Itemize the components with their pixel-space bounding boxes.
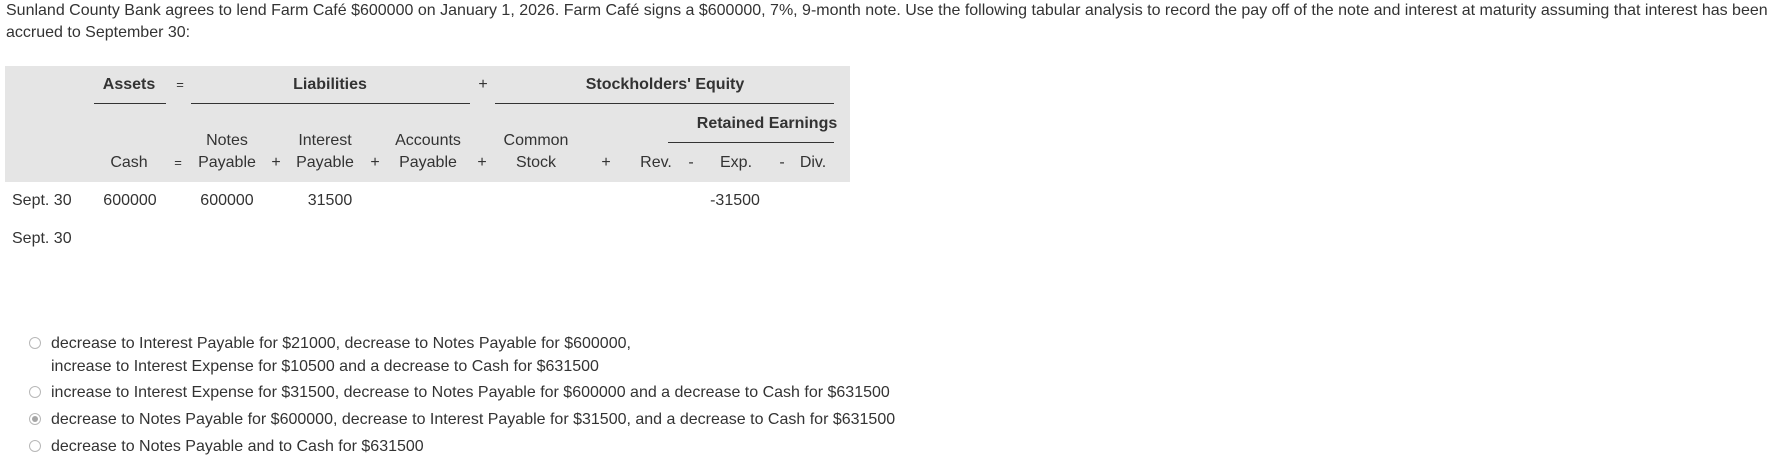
radio-button-selected[interactable]: [29, 413, 41, 425]
minus-sign: -: [779, 154, 785, 171]
interest-payable-header-line2: Payable: [296, 154, 354, 171]
plus-sign: +: [477, 154, 487, 171]
plus-sign: +: [601, 154, 611, 171]
interest-payable-header-line1: Interest: [298, 132, 352, 149]
radio-button[interactable]: [29, 440, 41, 452]
notes-payable-value: 600000: [200, 192, 254, 209]
option-text: increase to Interest Expense for $10500 …: [51, 358, 599, 375]
stockholders-equity-header: Stockholders' Equity: [585, 76, 745, 93]
liabilities-underline: [191, 103, 470, 104]
question-text: Sunland County Bank agrees to lend Farm …: [6, 2, 1768, 41]
radio-button[interactable]: [29, 386, 41, 398]
cash-value: 600000: [103, 192, 157, 209]
row-label: Sept. 30: [12, 230, 72, 247]
radio-button[interactable]: [29, 337, 41, 349]
dividends-header: Div.: [799, 154, 827, 171]
revenue-header: Rev.: [640, 154, 672, 171]
plus-sign: +: [478, 76, 488, 93]
option-text: decrease to Interest Payable for $21000,…: [51, 335, 631, 352]
retained-earnings-underline: [668, 142, 834, 143]
equals-sign: =: [176, 77, 184, 92]
expense-value: -31500: [710, 192, 760, 209]
plus-sign: +: [370, 154, 380, 171]
interest-payable-value: 31500: [307, 192, 353, 209]
option-text: decrease to Notes Payable and to Cash fo…: [51, 438, 424, 455]
common-stock-header-line2: Stock: [515, 154, 557, 171]
plus-sign: +: [271, 154, 281, 171]
assets-header: Assets: [102, 76, 156, 93]
cash-header: Cash: [110, 154, 148, 171]
minus-sign: -: [688, 154, 694, 171]
notes-payable-header-line1: Notes: [206, 132, 248, 149]
retained-earnings-header: Retained Earnings: [696, 115, 838, 132]
option-text: decrease to Notes Payable for $600000, d…: [51, 411, 896, 428]
accounts-payable-header-line2: Payable: [399, 154, 457, 171]
common-stock-header-line1: Common: [503, 132, 569, 149]
equals-sign: =: [174, 155, 182, 170]
assets-underline: [94, 103, 166, 104]
option-text: increase to Interest Expense for $31500,…: [51, 384, 890, 401]
notes-payable-header-line2: Payable: [198, 154, 256, 171]
liabilities-header: Liabilities: [293, 76, 367, 93]
row-label: Sept. 30: [12, 192, 72, 209]
expense-header: Exp.: [719, 154, 753, 171]
accounts-payable-header-line1: Accounts: [395, 132, 461, 149]
equity-underline: [495, 103, 834, 104]
